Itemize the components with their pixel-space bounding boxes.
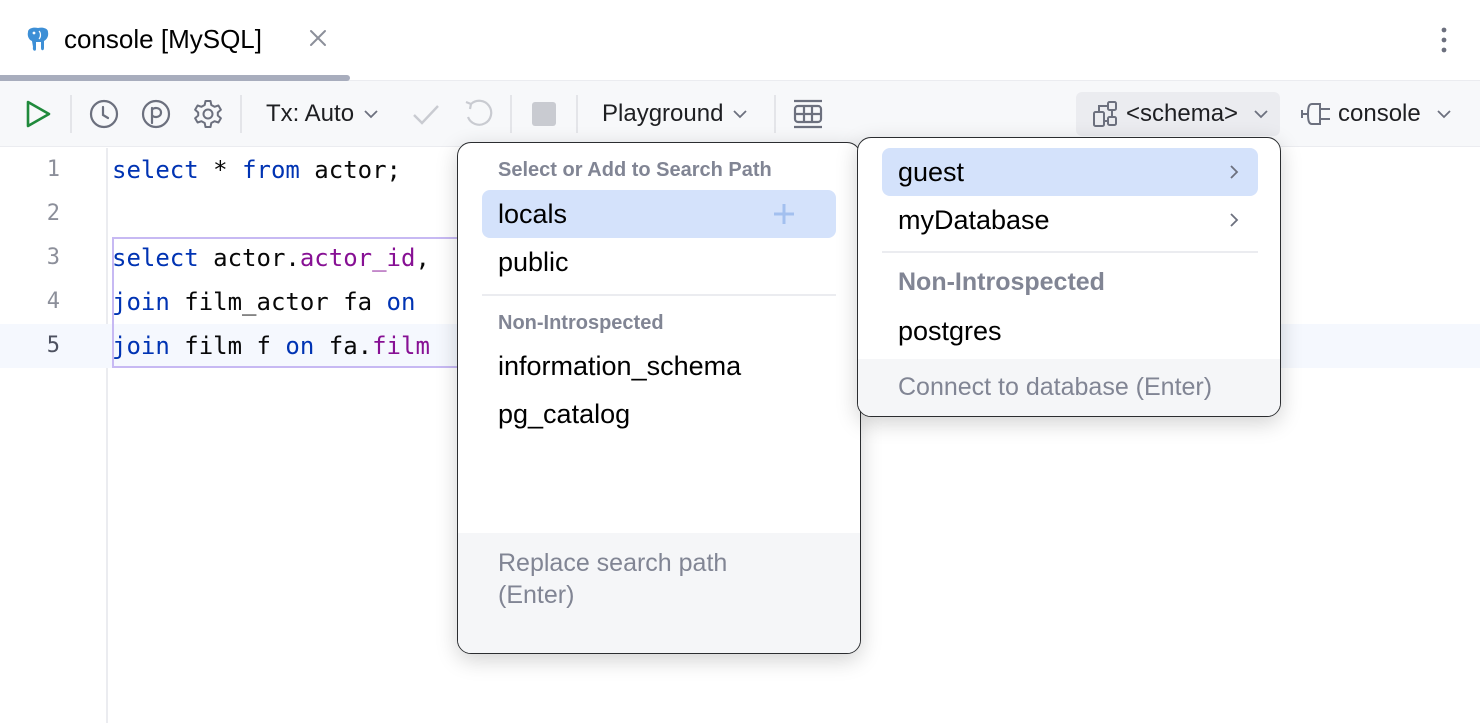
run-icon (26, 100, 51, 128)
toolbar-separator (240, 95, 242, 133)
line-number: 5 (46, 333, 60, 358)
session-selector[interactable]: console (1300, 95, 1453, 133)
chevron-right-icon (1230, 165, 1239, 179)
stop-button[interactable] (530, 95, 558, 133)
clock-icon (89, 99, 119, 129)
line-number: 4 (46, 289, 60, 314)
toolbar-separator (70, 95, 72, 133)
toolbar-separator (510, 95, 512, 133)
database-item-label: postgres (898, 315, 1002, 346)
popup-footer-hint: Replace search path (Enter) (458, 533, 860, 653)
chevron-down-icon (1254, 110, 1268, 119)
checkmark-icon (413, 105, 439, 125)
popup-footer-hint: Connect to database (Enter) (858, 359, 1280, 416)
chevron-down-icon (1437, 110, 1451, 119)
popup-section-header: Non-Introspected (498, 312, 664, 334)
history-button[interactable] (88, 95, 120, 133)
settings-button[interactable] (192, 95, 224, 133)
schema-selector[interactable]: <schema> (1076, 92, 1280, 136)
line-number: 3 (46, 245, 60, 270)
database-item-label: myDatabase (898, 204, 1050, 235)
session-label: console (1338, 100, 1421, 127)
database-item-guest[interactable]: guest (882, 148, 1258, 196)
database-item-label: guest (898, 156, 965, 187)
line-number: 1 (46, 157, 60, 182)
popup-separator (882, 251, 1258, 253)
schema-item-label: pg_catalog (498, 398, 631, 429)
transaction-mode-dropdown[interactable]: Tx: Auto (266, 95, 380, 133)
sql-keyword: select (112, 156, 199, 184)
postgresql-elephant-icon (27, 27, 49, 51)
plus-icon[interactable] (772, 202, 796, 226)
chevron-down-icon (364, 110, 378, 119)
table-icon (793, 99, 823, 129)
more-options-icon[interactable] (1432, 24, 1456, 56)
sql-text: * (198, 156, 243, 184)
tab-title: console [MySQL] (64, 24, 262, 54)
execute-button[interactable] (22, 95, 54, 133)
transaction-mode-label: Tx: Auto (266, 100, 355, 127)
editor-tab-bar: console [MySQL] (0, 0, 1480, 81)
popup-section-header: Select or Add to Search Path (498, 159, 772, 181)
rollback-button[interactable] (462, 95, 494, 133)
schema-item-pg-catalog[interactable]: pg_catalog (482, 390, 836, 438)
schema-item-label: public (498, 246, 569, 277)
rollback-icon (465, 99, 493, 126)
parameters-button[interactable] (140, 95, 172, 133)
playground-dropdown[interactable]: Playground (602, 95, 749, 133)
sql-keyword: from (242, 156, 300, 184)
toolbar-separator (774, 95, 776, 133)
schema-item-public[interactable]: public (482, 238, 836, 286)
code-text: select * from actor; (112, 156, 401, 184)
database-item-postgres[interactable]: postgres (882, 307, 1258, 355)
tab-console[interactable]: console [MySQL] (0, 0, 350, 81)
schema-item-label: locals (498, 198, 568, 229)
chevron-down-icon (733, 110, 748, 119)
parameter-icon (141, 99, 171, 129)
line-number: 2 (46, 201, 60, 226)
result-view-button[interactable] (792, 95, 824, 133)
schema-search-path-popup: Select or Add to Search Path locals publ… (457, 142, 861, 654)
current-statement-highlight (112, 237, 472, 368)
popup-separator (482, 294, 836, 296)
close-icon[interactable] (306, 26, 330, 50)
gear-icon (194, 100, 222, 128)
schema-icon (1093, 101, 1117, 127)
database-item-mydatabase[interactable]: myDatabase (882, 196, 1258, 244)
plug-icon (1301, 103, 1330, 125)
popup-section-header: Non-Introspected (898, 268, 1105, 296)
sql-text: actor; (299, 156, 402, 184)
database-popup: guest myDatabase Non-Introspected postgr… (857, 137, 1281, 417)
chevron-right-icon (1230, 213, 1239, 227)
toolbar-separator (576, 95, 578, 133)
schema-label: <schema> (1126, 100, 1239, 127)
schema-item-information-schema[interactable]: information_schema (482, 342, 836, 390)
playground-label: Playground (602, 100, 724, 127)
stop-icon (532, 102, 556, 126)
schema-item-locals[interactable]: locals (482, 190, 836, 238)
commit-button[interactable] (410, 95, 442, 133)
schema-item-label: information_schema (498, 350, 742, 381)
